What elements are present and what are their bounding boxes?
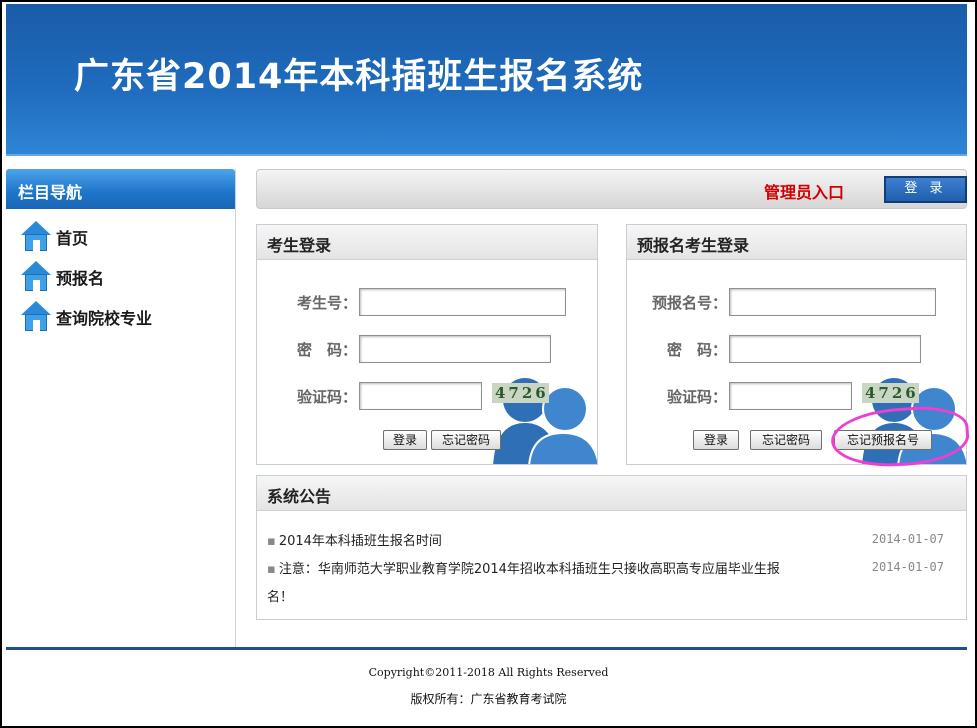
prereg-login-panel: 预报名考生登录 预报名号： 密 码： 验证码： 4726 登录 忘记密码 忘记预… bbox=[626, 224, 967, 465]
sidebar-title: 栏目导航 bbox=[6, 169, 235, 209]
announcement-date: 2014-01-07 bbox=[871, 532, 944, 546]
student-login-button[interactable]: 登录 bbox=[383, 430, 427, 450]
announcement-title: 系统公告 bbox=[257, 476, 966, 511]
sidebar-item-query-majors[interactable]: 查询院校专业 bbox=[20, 301, 152, 333]
announcement-item[interactable]: ▪ 注意：华南师范大学职业教育学院2014年招收本科插班生只接收高职高专应届毕业生… bbox=[267, 558, 827, 577]
student-password-input[interactable] bbox=[359, 335, 551, 363]
prereg-captcha-input[interactable] bbox=[729, 382, 852, 410]
announcement-item[interactable]: ▪ 2014年本科插班生报名时间 bbox=[267, 530, 442, 549]
student-login-title: 考生登录 bbox=[257, 225, 597, 260]
prereg-password-label: 密 码： bbox=[666, 341, 727, 359]
sidebar-item-label: 查询院校专业 bbox=[56, 309, 153, 328]
student-login-panel: 考生登录 考生号： 密 码： 验证码： 4726 登录 忘记密码 bbox=[256, 224, 598, 465]
sidebar-item-label: 预报名 bbox=[56, 269, 105, 288]
announcement-text-continued: 名！ bbox=[267, 590, 294, 605]
announcement-date: 2014-01-07 bbox=[871, 560, 944, 574]
header-divider bbox=[6, 154, 967, 156]
prereg-id-label: 预报名号： bbox=[651, 294, 727, 312]
sidebar-item-home[interactable]: 首页 bbox=[20, 221, 88, 253]
admin-login-button[interactable]: 登 录 bbox=[884, 176, 967, 203]
prereg-forgot-password-button[interactable]: 忘记密码 bbox=[750, 430, 822, 450]
owner-text: 版权所有：广东省教育考试院 bbox=[410, 692, 567, 706]
sidebar: 栏目导航 首页 预报名 查询院校专业 bbox=[6, 169, 236, 649]
copyright-text: Copyright©2011-2018 All Rights Reserved bbox=[368, 666, 609, 679]
prereg-id-input[interactable] bbox=[729, 288, 936, 316]
student-forgot-password-button[interactable]: 忘记密码 bbox=[431, 430, 501, 450]
sidebar-item-label: 首页 bbox=[56, 229, 89, 248]
admin-entry-label: 管理员入口 bbox=[764, 183, 845, 202]
student-id-label: 考生号： bbox=[296, 294, 357, 312]
announcement-text: 2014年本科插班生报名时间 bbox=[278, 534, 442, 549]
student-captcha-label: 验证码： bbox=[296, 388, 357, 406]
announcement-panel: 系统公告 ▪ 2014年本科插班生报名时间 2014-01-07 ▪ 注意：华南师范… bbox=[256, 475, 967, 620]
student-id-input[interactable] bbox=[359, 288, 566, 316]
prereg-login-button[interactable]: 登录 bbox=[693, 430, 739, 450]
prereg-login-title: 预报名考生登录 bbox=[627, 225, 966, 260]
prereg-captcha-image[interactable]: 4726 bbox=[862, 383, 919, 403]
site-header: 广东省2014年本科插班生报名系统 bbox=[6, 4, 967, 156]
sidebar-item-prereg[interactable]: 预报名 bbox=[20, 261, 104, 293]
forgot-prereg-number-button[interactable]: 忘记预报名号 bbox=[834, 430, 932, 450]
student-password-label: 密 码： bbox=[296, 341, 357, 359]
footer-divider bbox=[6, 647, 967, 650]
announcement-text: 注意：华南师范大学职业教育学院2014年招收本科插班生只接收高职高专应届毕业生报 bbox=[278, 562, 780, 577]
house-icon bbox=[20, 261, 52, 293]
site-title: 广东省2014年本科插班生报名系统 bbox=[74, 57, 644, 97]
house-icon bbox=[20, 301, 52, 333]
student-captcha-input[interactable] bbox=[359, 382, 482, 410]
student-captcha-image[interactable]: 4726 bbox=[492, 383, 549, 403]
prereg-captcha-label: 验证码： bbox=[666, 388, 727, 406]
prereg-password-input[interactable] bbox=[729, 335, 921, 363]
house-icon bbox=[20, 221, 52, 253]
admin-bar: 管理员入口 登 录 bbox=[256, 169, 967, 209]
